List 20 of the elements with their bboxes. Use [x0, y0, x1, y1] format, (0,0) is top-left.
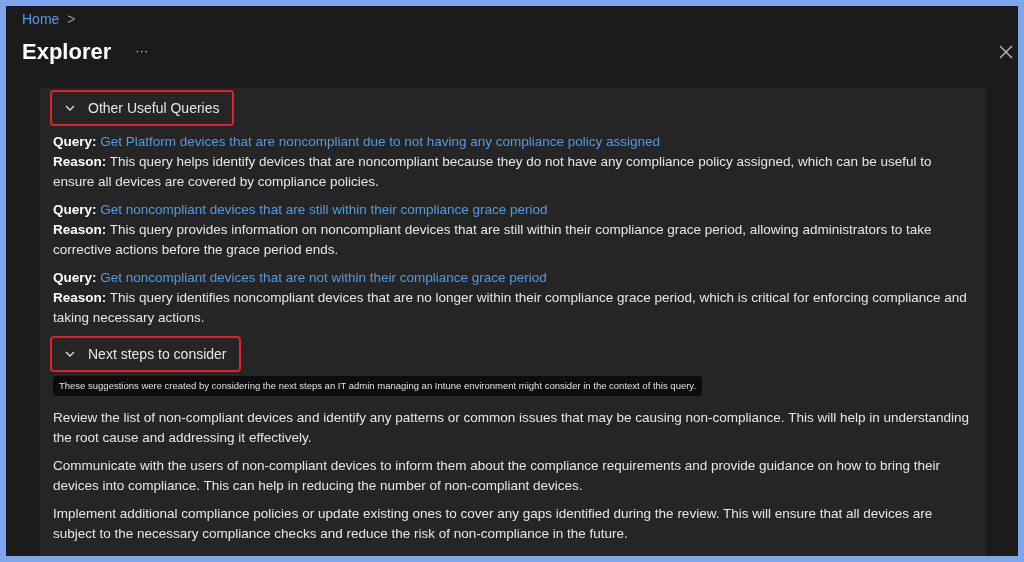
step-text: Implement additional compliance policies or update existing ones to cover any gaps identified during the review. This will ensure that all devices are subject to the necessary compliance checks and reduce the risk of non-compliance in the future.: [53, 505, 934, 543]
reason-text: Reason: This query helps identify devices that are noncompliant because they do not have any compliance policy assigned, which can be useful to ensure all devices are covered by compliance policies.: [53, 153, 933, 191]
reason-text: Reason: This query identifies noncompliant devices that are no longer within their compliance grace period, which is critical for enforcing compliance and taking necessary actions.: [53, 289, 968, 327]
close-icon[interactable]: [998, 44, 1014, 60]
query-link[interactable]: Get Platform devices that are noncompliant due to not having any compliance policy assigned: [100, 134, 661, 149]
breadcrumb-separator: >: [67, 9, 76, 29]
query-label: Query:: [53, 202, 97, 217]
section-header[interactable]: Next steps to consider: [50, 336, 241, 372]
page-title: Explorer: [22, 37, 112, 66]
step-text: Communicate with the users of non-compliant devices to inform them about the compliance requirements and provide guidance on how to bring their devices into compliance. This can help in reducing the number of non-compliant devices.: [53, 457, 941, 495]
query-label: Query:: [53, 134, 97, 149]
query-link[interactable]: Get noncompliant devices that are not within their compliance grace period: [100, 270, 547, 285]
reason-text: Reason: This query provides information on noncompliant devices that are still within their compliance grace period, allowing administrators to take corrective actions before the grace period ends.: [53, 221, 933, 259]
more-button[interactable]: ···: [135, 41, 149, 61]
query-link[interactable]: Get noncompliant devices that are still within their compliance grace period: [100, 202, 548, 217]
section-header[interactable]: Other Useful Queries: [50, 90, 234, 126]
query-label: Query:: [53, 270, 97, 285]
tooltip: These suggestions were created by considering the next steps an IT admin managing an Intune environment might consider in the context of this query.: [53, 376, 703, 396]
breadcrumb-link[interactable]: Home: [22, 8, 60, 30]
step-text: Review the list of non-compliant devices and identify any patterns or common issues that may be causing non-compliance. This will help in understanding the root cause and addressing it effectively.: [53, 409, 970, 447]
